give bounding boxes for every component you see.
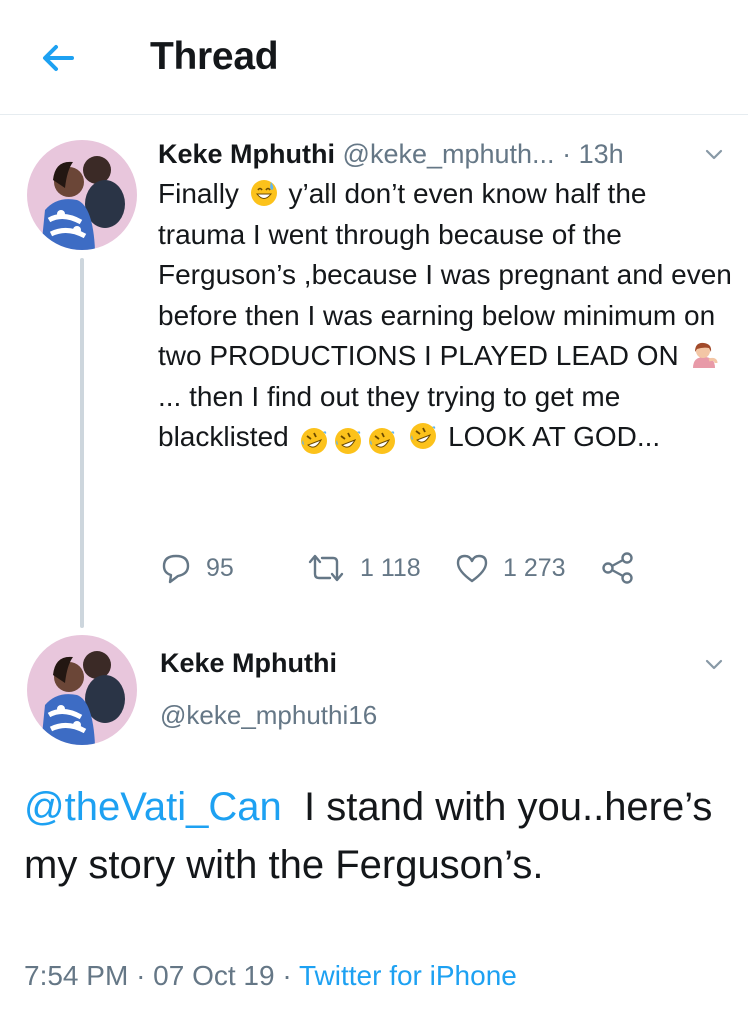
retweet-button[interactable]: 1 118 <box>306 552 421 584</box>
avatar[interactable] <box>27 635 137 745</box>
tweet-date: 07 Oct 19 <box>153 960 275 991</box>
avatar-photo <box>27 635 137 745</box>
avatar-photo <box>27 140 137 250</box>
retweet-action[interactable]: 1 118 <box>306 548 421 588</box>
back-button[interactable] <box>36 36 80 80</box>
rofl-emoji-group <box>297 422 399 463</box>
page-title: Thread <box>150 35 279 78</box>
tweet-timestamp: 7:54 PM <box>24 960 129 991</box>
grinning-sweat-emoji-icon <box>250 180 277 206</box>
tweet-meta: 7:54 PM · 07 Oct 19 · Twitter for iPhone <box>24 960 517 992</box>
header-bar: Thread <box>0 0 748 115</box>
tweet-time[interactable]: 13h <box>579 139 624 169</box>
share-action[interactable] <box>600 548 636 588</box>
rofl-emoji-icon <box>334 428 361 454</box>
share-button[interactable] <box>600 551 636 585</box>
tweet-text-part: Finally <box>158 178 239 209</box>
tweet-text: Finally y’all don’t even know half the t… <box>158 174 733 463</box>
chevron-down-icon[interactable] <box>699 140 729 170</box>
tweet-source-link[interactable]: Twitter for iPhone <box>299 960 517 991</box>
like-button[interactable]: 1 273 <box>455 552 566 584</box>
mention-link[interactable]: @theVati_Can <box>24 785 282 829</box>
reply-count: 95 <box>206 553 234 582</box>
rofl-emoji-icon <box>410 423 437 449</box>
author-handle[interactable]: @keke_mphuthi16 <box>160 700 377 731</box>
reply-button[interactable]: 95 <box>160 552 234 584</box>
retweet-icon <box>308 554 344 582</box>
tweet-text-part: LOOK AT GOD... <box>448 421 661 452</box>
heart-icon <box>456 554 488 583</box>
back-arrow-icon <box>43 45 74 71</box>
like-action[interactable]: 1 273 <box>455 548 566 588</box>
rofl-emoji-icon <box>300 428 327 454</box>
separator-dot: · <box>136 960 146 991</box>
rofl-emoji-icon <box>368 428 395 454</box>
author-name[interactable]: Keke Mphuthi <box>160 648 337 679</box>
separator-dot: · <box>562 139 572 169</box>
author-handle[interactable]: @keke_mphuth... <box>343 139 555 169</box>
woman-tipping-hand-emoji-icon <box>692 342 717 368</box>
like-count: 1 273 <box>503 553 566 582</box>
chevron-down-icon[interactable] <box>699 650 729 680</box>
retweet-count: 1 118 <box>360 553 421 582</box>
tweet-text: @theVati_Can I stand with you..here’s my… <box>24 778 724 894</box>
thread-connector-line <box>80 258 84 628</box>
tweet-header: Keke Mphuthi @keke_mphuth... · 13h <box>158 137 678 171</box>
author-name[interactable]: Keke Mphuthi <box>158 139 335 169</box>
avatar[interactable] <box>27 140 137 250</box>
reply-icon <box>162 554 190 584</box>
share-icon <box>602 552 633 584</box>
separator-dot: · <box>282 960 292 991</box>
tweet-text-part: y’all don’t even know half the trauma I … <box>158 178 732 371</box>
reply-action[interactable]: 95 <box>160 548 234 588</box>
